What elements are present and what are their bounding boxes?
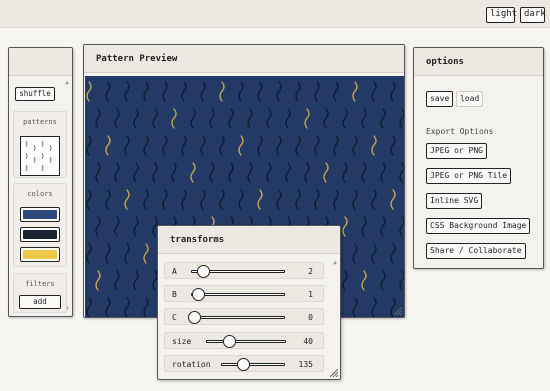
export-css-background-button[interactable]: CSS Background Image — [426, 218, 531, 234]
patterns-group: patterns — [13, 111, 67, 178]
scroll-up-icon[interactable]: ▲ — [64, 80, 70, 86]
pattern-thumbnail-icon — [25, 140, 52, 172]
slider-thumb[interactable] — [192, 288, 206, 301]
transform-value: 2 — [308, 267, 313, 276]
resize-grip-icon[interactable] — [394, 307, 402, 315]
slider-track[interactable] — [206, 335, 286, 348]
add-filter-button[interactable]: add — [19, 295, 61, 309]
export-jpeg-png-button[interactable]: JPEG or PNG — [426, 143, 487, 159]
transform-row-size: size 40 — [164, 332, 324, 349]
transform-row-c: C 0 — [164, 308, 324, 325]
patterns-label: patterns — [23, 118, 57, 126]
transform-value: 40 — [303, 337, 313, 346]
filters-group: filters add — [13, 273, 67, 313]
top-bar: light dark — [0, 0, 550, 28]
export-jpeg-png-tile-button[interactable]: JPEG or PNG Tile — [426, 168, 512, 184]
export-inline-svg-button[interactable]: Inline SVG — [426, 193, 483, 209]
light-theme-button[interactable]: light — [486, 7, 517, 23]
transform-row-rotation: rotation 135 — [164, 355, 324, 372]
options-panel: options save load Export Options JPEG or… — [413, 47, 544, 269]
transform-label: C — [172, 313, 177, 322]
colors-label: colors — [27, 190, 53, 198]
slider-track[interactable] — [191, 288, 285, 301]
slider-track[interactable] — [221, 358, 285, 371]
left-sidebar-panel: ▲ ▼ shuffle patterns colors filters add — [8, 47, 73, 317]
transforms-scrollbar[interactable]: ▲ — [332, 260, 338, 375]
slider-track[interactable] — [191, 265, 285, 278]
transforms-panel: transforms ▲ A 2 B 1 C 0 size 40 rotatio… — [157, 225, 341, 380]
transform-row-a: A 2 — [164, 262, 324, 279]
transform-label: rotation — [172, 360, 211, 369]
shuffle-button[interactable]: shuffle — [15, 87, 55, 101]
transform-label: A — [172, 267, 177, 276]
transform-label: B — [172, 290, 177, 299]
transform-label: size — [172, 337, 192, 346]
transforms-title: transforms — [158, 226, 340, 254]
colors-group: colors — [13, 183, 67, 267]
export-options-heading: Export Options — [426, 127, 494, 136]
transform-value: 135 — [298, 360, 313, 369]
transform-value: 0 — [308, 313, 313, 322]
save-button[interactable]: save — [426, 91, 454, 107]
pattern-thumbnail[interactable] — [20, 136, 60, 176]
transform-value: 1 — [308, 290, 313, 299]
color-swatch-3[interactable] — [20, 247, 60, 262]
dark-theme-button[interactable]: dark — [520, 7, 546, 23]
options-title: options — [414, 48, 543, 76]
slider-track[interactable] — [188, 311, 285, 324]
pattern-preview-title: Pattern Preview — [84, 45, 404, 73]
resize-grip-icon[interactable] — [330, 369, 338, 377]
slider-thumb[interactable] — [223, 335, 237, 348]
load-button[interactable]: load — [456, 91, 484, 107]
filters-label: filters — [25, 280, 55, 288]
transform-row-b: B 1 — [164, 285, 324, 302]
color-swatch-1[interactable] — [20, 207, 60, 222]
color-swatch-2[interactable] — [20, 227, 60, 242]
slider-thumb[interactable] — [237, 358, 251, 371]
left-sidebar-header — [9, 48, 72, 76]
slider-thumb[interactable] — [196, 265, 210, 278]
slider-thumb[interactable] — [188, 311, 201, 324]
scroll-up-icon[interactable]: ▲ — [332, 260, 338, 266]
share-collaborate-button[interactable]: Share / Collaborate — [426, 243, 526, 259]
